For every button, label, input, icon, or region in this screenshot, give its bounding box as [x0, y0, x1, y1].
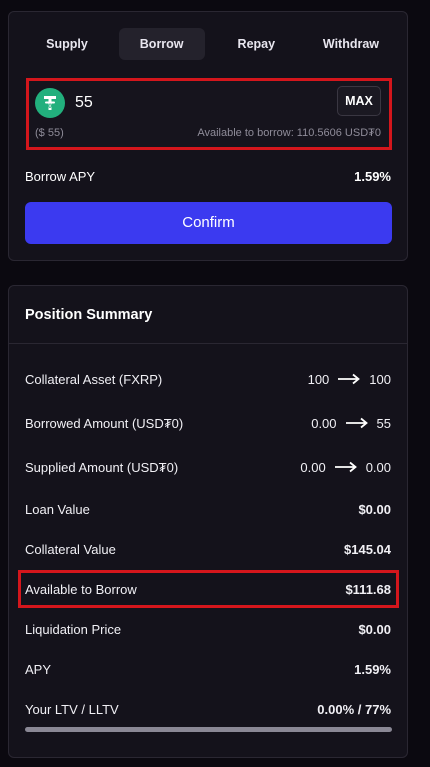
- tab-borrow[interactable]: Borrow: [118, 28, 205, 60]
- confirm-button[interactable]: Confirm: [25, 202, 392, 244]
- amount-usd-value: ($ 55): [35, 127, 64, 139]
- tab-withdraw[interactable]: Withdraw: [308, 28, 394, 60]
- divider: [9, 343, 407, 344]
- borrow-apy-value: 1.59%: [354, 169, 391, 184]
- summary-row-value: 0.00% / 77%: [317, 701, 391, 717]
- action-tabs: Supply Borrow Repay Withdraw: [24, 28, 394, 60]
- summary-row-available-to-borrow: Available to Borrow $111.68: [25, 578, 391, 600]
- amount-input-box: 0 MAX ($ 55) Available to borrow: 110.56…: [26, 78, 392, 150]
- summary-row-label: Supplied Amount (USD₮0): [25, 459, 179, 475]
- tether-usdt0-icon: 0: [35, 88, 65, 118]
- arrow-right-icon: [334, 461, 358, 473]
- arrow-right-icon: [337, 373, 361, 385]
- summary-row-label: Your LTV / LLTV: [25, 701, 119, 717]
- summary-row-value: 0.00 55: [311, 416, 391, 431]
- summary-row-label: Available to Borrow: [25, 581, 137, 597]
- summary-row-collateral-asset: Collateral Asset (FXRP) 100 100: [25, 368, 391, 390]
- arrow-right-icon: [345, 417, 369, 429]
- summary-row-label: Loan Value: [25, 501, 90, 517]
- summary-row-label: APY: [25, 661, 52, 677]
- position-summary-title: Position Summary: [25, 307, 153, 323]
- value-after: 100: [369, 371, 391, 387]
- summary-row-loan-value: Loan Value $0.00: [25, 498, 391, 520]
- summary-row-apy: APY 1.59%: [25, 658, 391, 680]
- borrow-apy-label: Borrow APY: [25, 169, 96, 184]
- value-after: 55: [376, 415, 391, 431]
- tab-supply[interactable]: Supply: [24, 28, 110, 60]
- summary-row-ltv: Your LTV / LLTV 0.00% / 77%: [25, 698, 391, 720]
- max-button[interactable]: MAX: [337, 86, 381, 116]
- tab-repay[interactable]: Repay: [213, 28, 299, 60]
- summary-row-supplied-amount: Supplied Amount (USD₮0) 0.00 0.00: [25, 456, 391, 478]
- summary-row-value: $0.00: [358, 501, 391, 517]
- summary-row-label: Collateral Asset (FXRP): [25, 371, 163, 387]
- summary-row-value: 0.00 0.00: [300, 460, 391, 475]
- summary-row-collateral-value: Collateral Value $145.04: [25, 538, 391, 560]
- summary-row-value: $0.00: [358, 621, 391, 637]
- summary-row-borrowed-amount: Borrowed Amount (USD₮0) 0.00 55: [25, 412, 391, 434]
- summary-row-label: Liquidation Price: [25, 621, 122, 637]
- borrow-apy-row: Borrow APY 1.59%: [25, 169, 391, 184]
- available-to-borrow-text: Available to borrow: 110.5606 USD₮0: [197, 127, 381, 139]
- borrow-panel: Supply Borrow Repay Withdraw 0 MAX ($ 55…: [8, 11, 408, 261]
- amount-input[interactable]: [75, 91, 295, 115]
- ltv-progress-bar: [25, 727, 392, 732]
- summary-row-value: $111.68: [345, 581, 391, 597]
- svg-text:0: 0: [48, 104, 52, 110]
- summary-row-value: 100 100: [308, 372, 391, 387]
- summary-row-label: Collateral Value: [25, 541, 116, 557]
- value-before: 100: [307, 371, 330, 387]
- summary-row-liquidation-price: Liquidation Price $0.00: [25, 618, 391, 640]
- value-after: 0.00: [365, 459, 391, 475]
- summary-row-value: 1.59%: [354, 661, 391, 677]
- summary-row-value: $145.04: [344, 541, 391, 557]
- value-before: 0.00: [300, 459, 326, 475]
- value-before: 0.00: [311, 415, 337, 431]
- summary-row-label: Borrowed Amount (USD₮0): [25, 415, 184, 431]
- position-summary-panel: Position Summary Collateral Asset (FXRP)…: [8, 285, 408, 758]
